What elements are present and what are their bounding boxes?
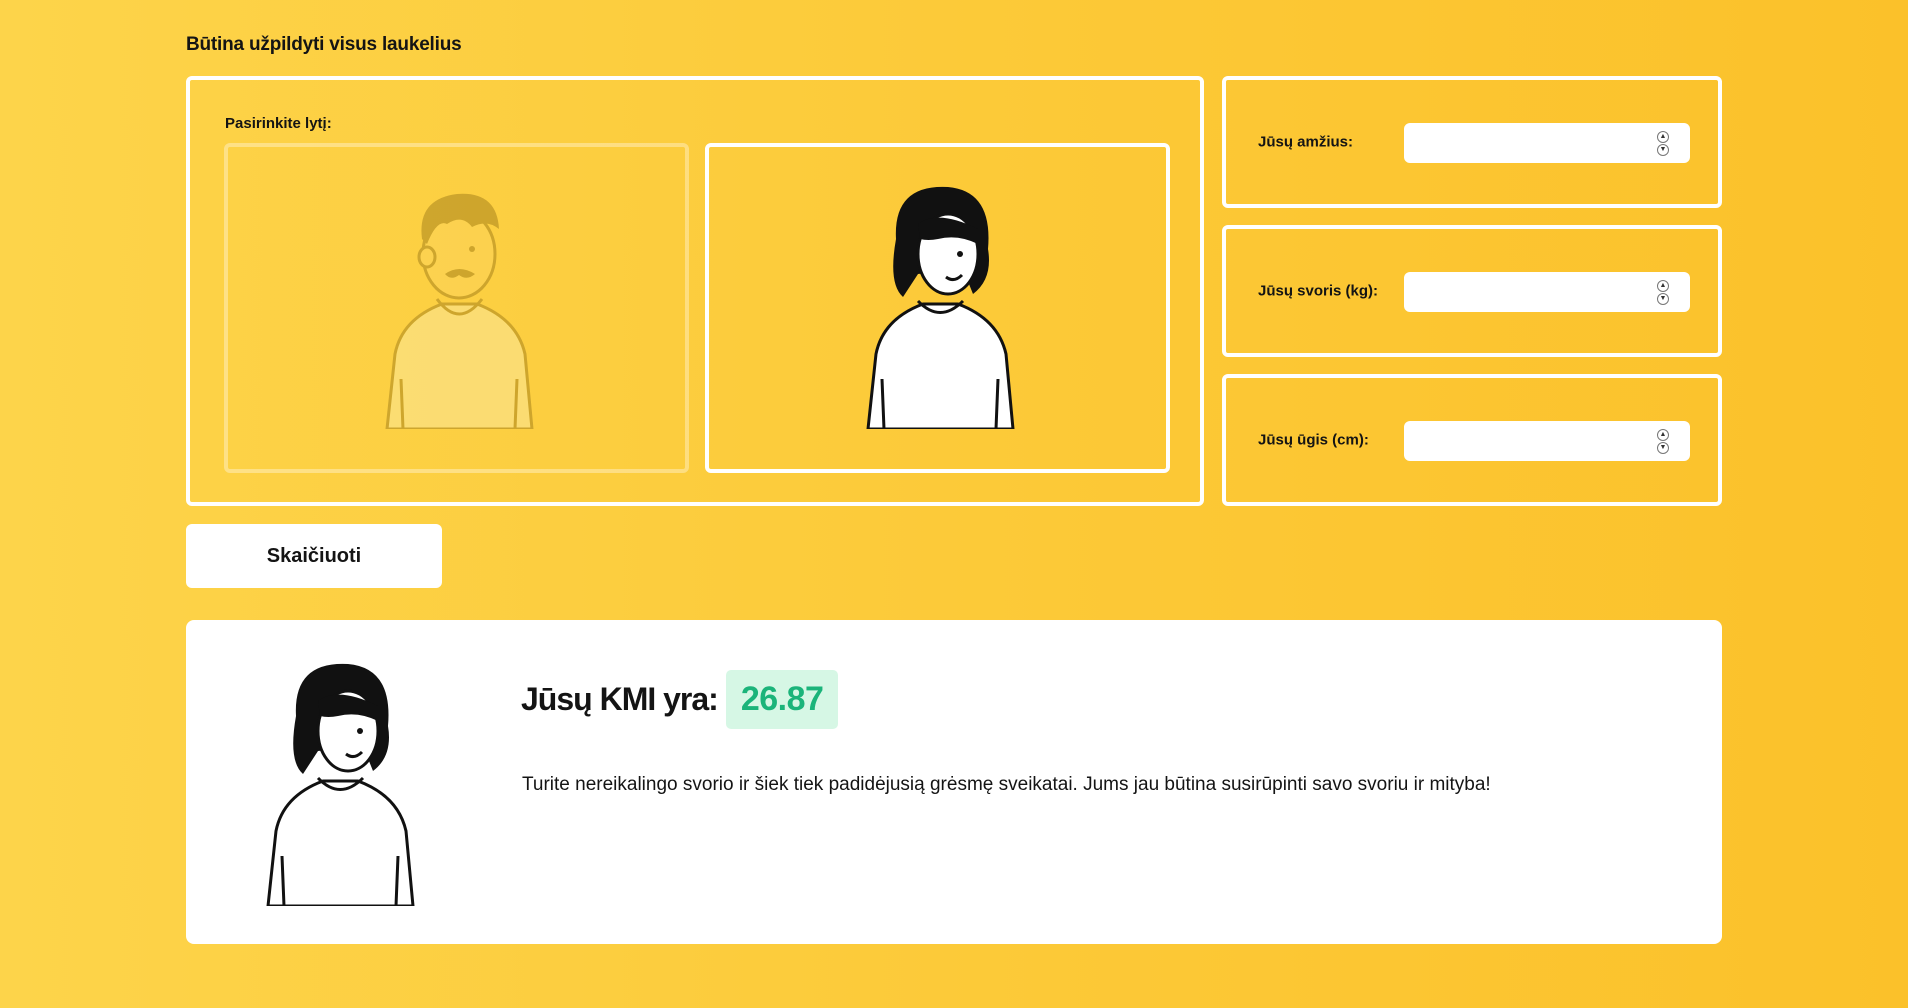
woman-avatar-icon: [266, 663, 415, 906]
bmi-value-badge: 26.87: [725, 670, 839, 729]
woman-avatar-icon: [865, 186, 1015, 429]
height-label: Jūsų ūgis (cm):: [1258, 431, 1369, 449]
result-title: Jūsų KMI yra:: [521, 681, 719, 717]
chevron-up-icon[interactable]: ▲: [1657, 130, 1669, 143]
gender-option-female[interactable]: [705, 143, 1170, 473]
calculate-button[interactable]: Skaičiuoti: [186, 524, 442, 588]
chevron-down-icon[interactable]: ▼: [1657, 143, 1669, 156]
gender-selector: Pasirinkite lytį:: [186, 76, 1204, 506]
height-input[interactable]: [1404, 421, 1690, 461]
result-message: Turite nereikalingo svorio ir šiek tiek …: [522, 774, 1491, 795]
validation-warning: Būtina užpildyti visus laukelius: [186, 34, 462, 55]
weight-stepper[interactable]: ▲ ▼: [1656, 278, 1670, 306]
age-label: Jūsų amžius:: [1258, 133, 1354, 151]
age-stepper[interactable]: ▲ ▼: [1656, 129, 1670, 157]
height-stepper[interactable]: ▲ ▼: [1656, 427, 1670, 455]
result-panel: Jūsų KMI yra: 26.87 Turite nereikalingo …: [186, 620, 1722, 944]
man-avatar-icon: [384, 193, 534, 429]
age-field-box: Jūsų amžius: ▲ ▼: [1222, 76, 1722, 208]
weight-label: Jūsų svoris (kg):: [1258, 282, 1379, 300]
weight-input[interactable]: [1404, 272, 1690, 312]
result-heading: Jūsų KMI yra: 26.87: [521, 670, 839, 729]
weight-field-box: Jūsų svoris (kg): ▲ ▼: [1222, 225, 1722, 357]
chevron-up-icon[interactable]: ▲: [1657, 428, 1669, 441]
gender-label: Pasirinkite lytį:: [225, 115, 332, 132]
chevron-down-icon[interactable]: ▼: [1657, 441, 1669, 454]
age-input[interactable]: [1404, 123, 1690, 163]
height-field-box: Jūsų ūgis (cm): ▲ ▼: [1222, 374, 1722, 506]
gender-option-male[interactable]: [224, 143, 689, 473]
chevron-down-icon[interactable]: ▼: [1657, 292, 1669, 305]
chevron-up-icon[interactable]: ▲: [1657, 279, 1669, 292]
